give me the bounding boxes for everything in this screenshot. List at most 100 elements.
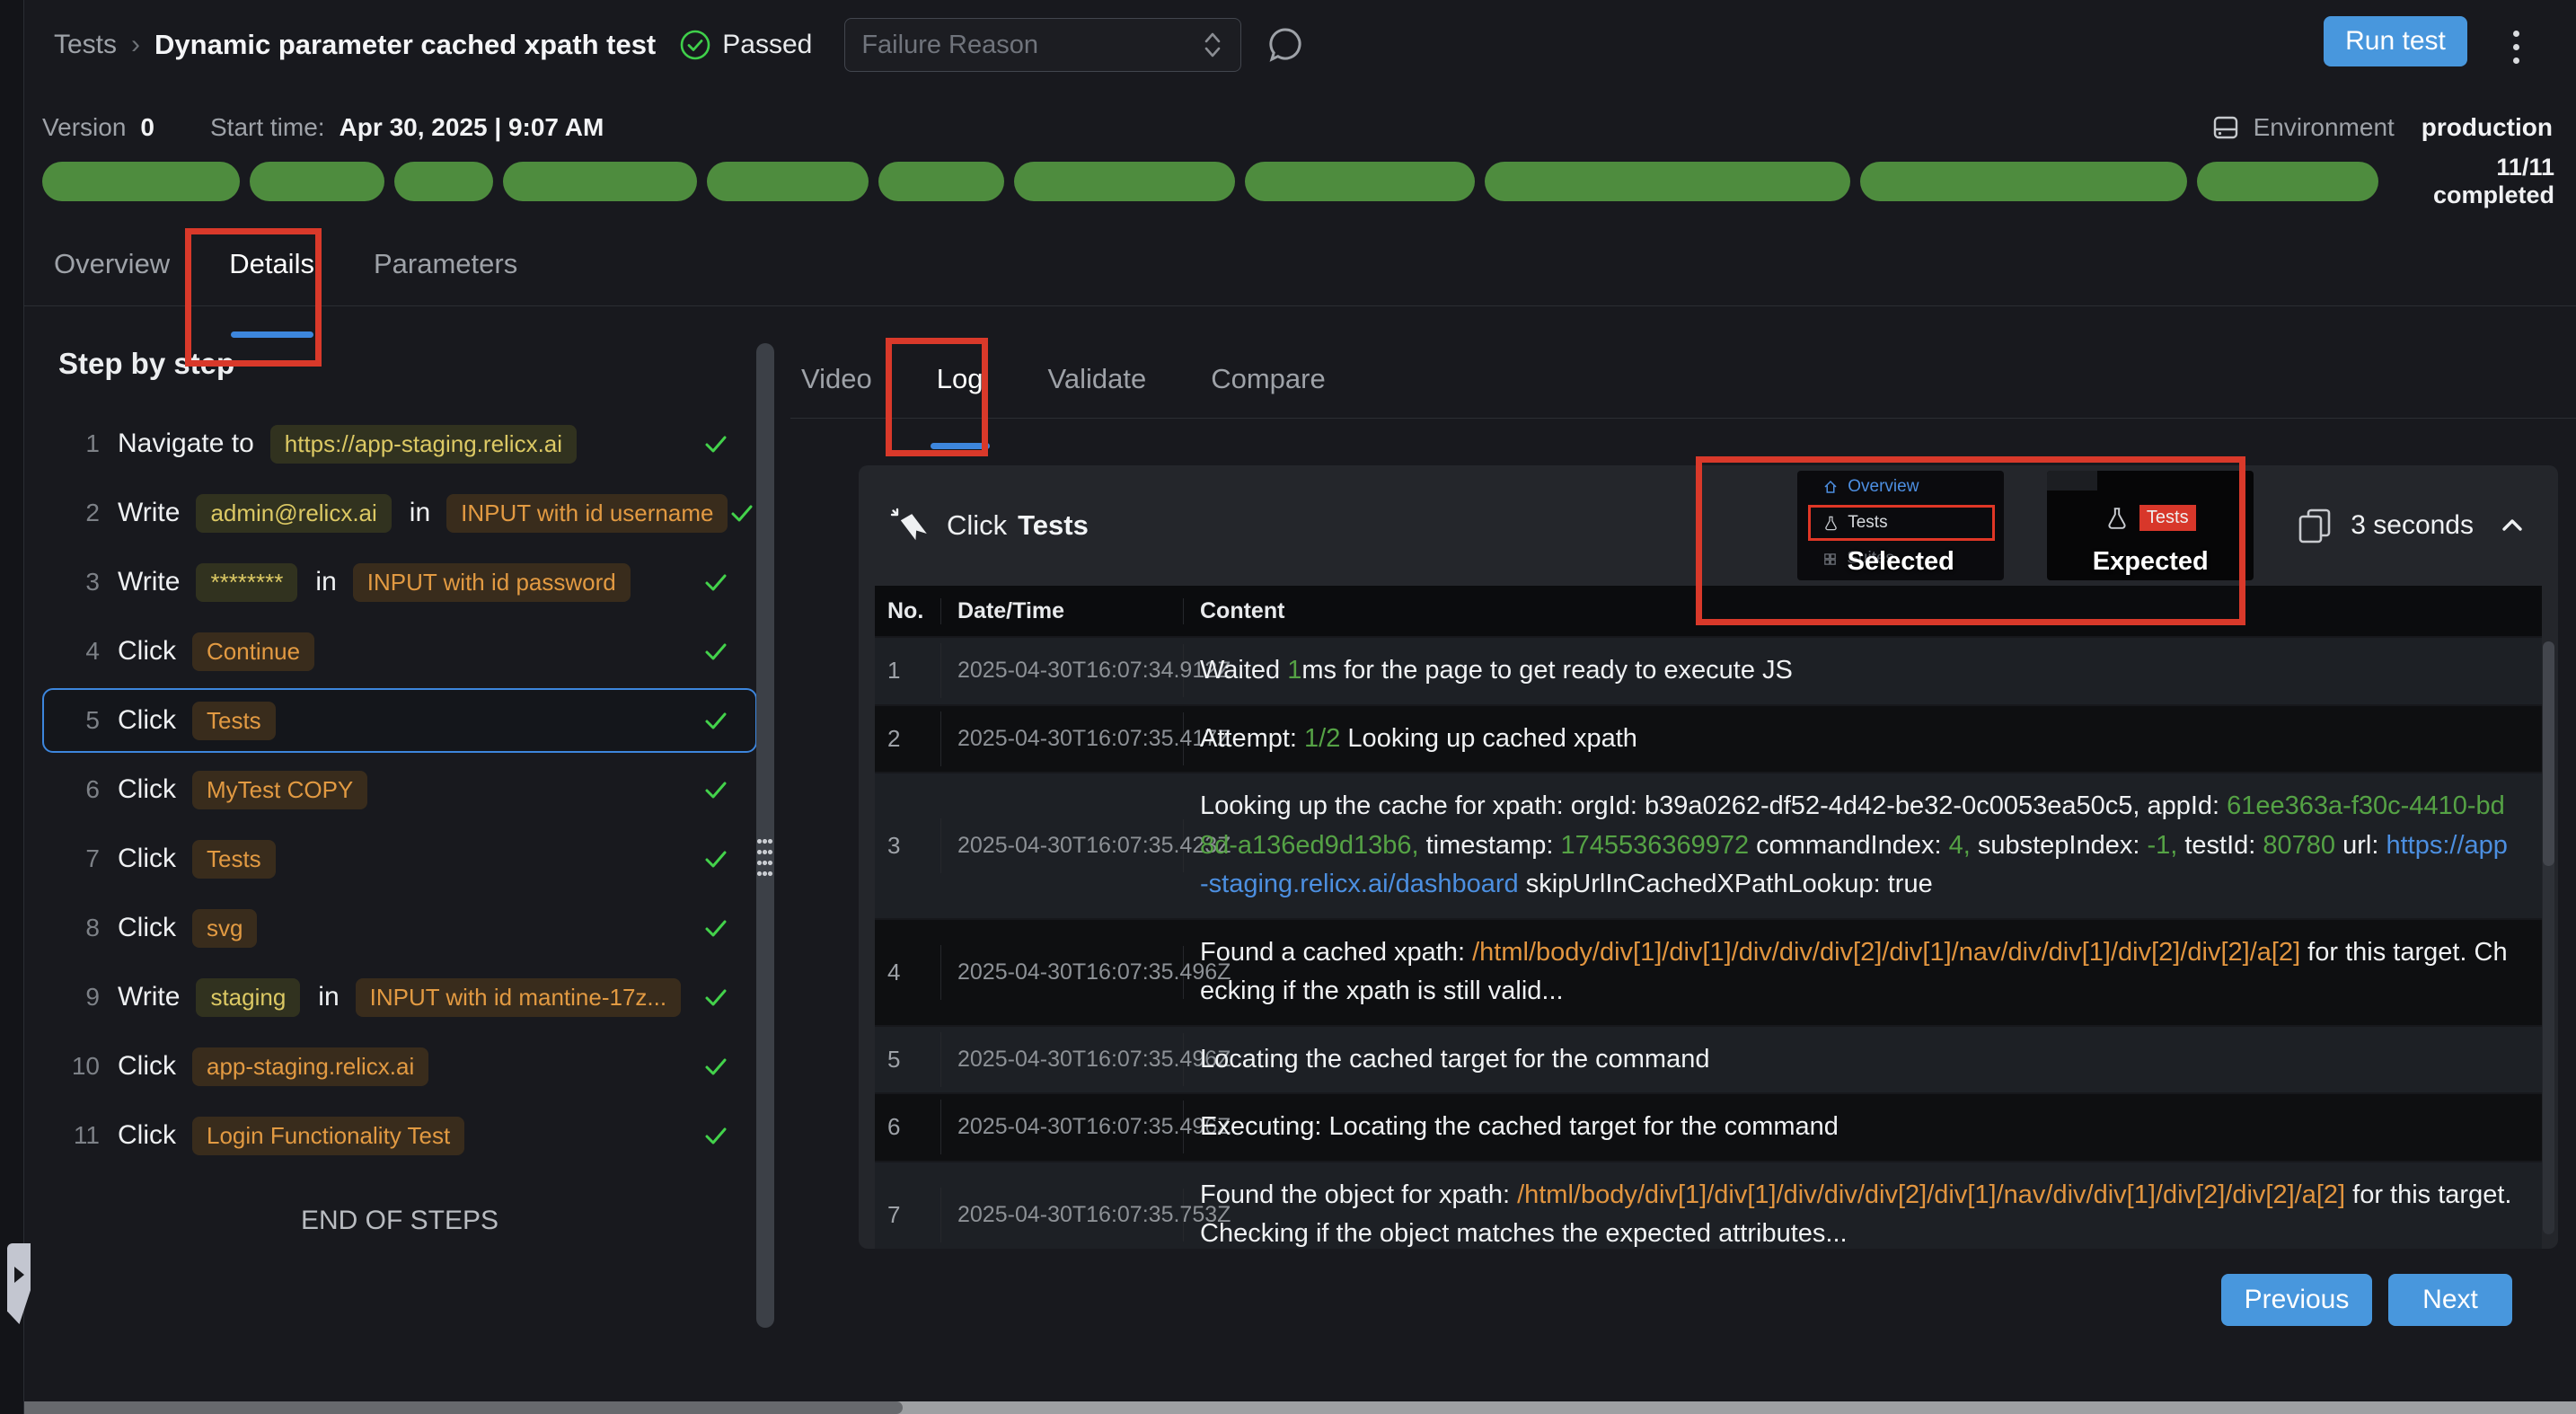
step-row[interactable]: 4 Click Continue bbox=[42, 619, 757, 684]
end-of-steps-label: END OF STEPS bbox=[42, 1206, 757, 1236]
log-table: No. Date/Time Content 12025-04-30T16:07:… bbox=[875, 586, 2542, 1249]
log-row-content: Looking up the cache for xpath: orgId: b… bbox=[1184, 773, 2542, 918]
tab-parameters[interactable]: Parameters bbox=[374, 248, 517, 316]
progress-segment[interactable] bbox=[503, 162, 697, 201]
log-text-segment: Attempt: bbox=[1200, 724, 1304, 753]
log-rows: 12025-04-30T16:07:34.912ZWaited 1ms for … bbox=[875, 638, 2542, 1249]
annotation-box-log-tab bbox=[886, 338, 988, 456]
progress-segment[interactable] bbox=[1014, 162, 1235, 201]
log-text-segment: Found the object for xpath: bbox=[1200, 1180, 1517, 1209]
more-options-kebab-icon[interactable] bbox=[2508, 25, 2525, 69]
step-row[interactable]: 8Clicksvg bbox=[42, 896, 757, 960]
log-row-content: Found a cached xpath: /html/body/div[1]/… bbox=[1184, 920, 2542, 1025]
progress-row: 11/11 completed bbox=[42, 162, 2554, 201]
step-row[interactable]: 3Write********inINPUT with id password bbox=[42, 550, 757, 614]
step-action: in bbox=[410, 498, 430, 528]
steps-scrollbar[interactable] bbox=[756, 343, 774, 1328]
version-value: 0 bbox=[140, 113, 154, 142]
log-row-number: 3 bbox=[875, 818, 941, 873]
status-badge: Passed bbox=[679, 29, 812, 61]
step-row[interactable]: 2Writeadmin@relicx.aiinINPUT with id use… bbox=[42, 481, 757, 545]
log-row-number: 5 bbox=[875, 1032, 941, 1087]
select-chevrons-icon bbox=[1201, 30, 1224, 60]
progress-segment[interactable] bbox=[1860, 162, 2187, 201]
step-number: 4 bbox=[58, 637, 100, 666]
step-passed-check-icon bbox=[701, 775, 730, 804]
expander-arrow-icon bbox=[14, 1267, 24, 1283]
step-by-step-panel: Step by step 1Navigate tohttps://app-sta… bbox=[42, 347, 757, 1236]
step-passed-check-icon bbox=[728, 499, 756, 527]
progress-segment[interactable] bbox=[42, 162, 240, 201]
step-row[interactable]: 10Clickapp-staging.relicx.ai bbox=[42, 1034, 757, 1099]
step-number: 5 bbox=[58, 706, 100, 735]
step-row[interactable]: 5ClickTests bbox=[42, 688, 757, 753]
column-header-datetime: Date/Time bbox=[941, 598, 1184, 624]
step-row[interactable]: 7ClickTests bbox=[42, 826, 757, 891]
step-action: Click bbox=[118, 636, 176, 667]
step-target-badge: Tests bbox=[192, 840, 276, 879]
log-row: 52025-04-30T16:07:35.496ZLocating the ca… bbox=[875, 1027, 2542, 1095]
step-action: Navigate to bbox=[118, 429, 254, 459]
step-number: 11 bbox=[58, 1121, 100, 1150]
log-text-segment: /html/body/div[1]/div[1]/div/div/div[2]/… bbox=[1517, 1180, 2345, 1209]
tab-compare[interactable]: Compare bbox=[1211, 363, 1326, 431]
step-action: Write bbox=[118, 982, 180, 1012]
log-row-timestamp: 2025-04-30T16:07:35.753Z bbox=[941, 1189, 1184, 1242]
panel-resize-grip-icon[interactable] bbox=[757, 839, 773, 880]
log-text-segment: substepIndex: bbox=[1971, 831, 2148, 860]
progress-segment[interactable] bbox=[250, 162, 384, 201]
top-bar: Tests › Dynamic parameter cached xpath t… bbox=[23, 0, 2576, 90]
step-row[interactable]: 1Navigate tohttps://app-staging.relicx.a… bbox=[42, 411, 757, 476]
progress-segment[interactable] bbox=[1485, 162, 1850, 201]
step-row[interactable]: 9WritestaginginINPUT with id mantine-17z… bbox=[42, 965, 757, 1030]
environment: Environment production bbox=[2210, 112, 2553, 143]
progress-segment[interactable] bbox=[2197, 162, 2378, 201]
progress-segment[interactable] bbox=[394, 162, 493, 201]
log-text-segment: 80780 bbox=[2263, 831, 2335, 860]
tab-video[interactable]: Video bbox=[801, 363, 872, 431]
step-number: 7 bbox=[58, 844, 100, 873]
log-row: 62025-04-30T16:07:35.496ZExecuting: Loca… bbox=[875, 1094, 2542, 1162]
breadcrumb[interactable]: Tests bbox=[54, 30, 117, 60]
progress-segment[interactable] bbox=[707, 162, 869, 201]
step-action: Click bbox=[118, 1120, 176, 1151]
step-row[interactable]: 11ClickLogin Functionality Test bbox=[42, 1103, 757, 1168]
log-row-content: Found the object for xpath: /html/body/d… bbox=[1184, 1162, 2542, 1250]
sidebar-expander[interactable] bbox=[7, 1243, 31, 1324]
steps-list: 1Navigate tohttps://app-staging.relicx.a… bbox=[42, 411, 757, 1168]
environment-label: Environment bbox=[2254, 113, 2395, 142]
column-header-no: No. bbox=[875, 598, 941, 624]
log-row-timestamp: 2025-04-30T16:07:35.496Z bbox=[941, 1100, 1184, 1153]
version-label: Version bbox=[42, 113, 126, 142]
progress-segment[interactable] bbox=[878, 162, 1003, 201]
horizontal-scrollbar-thumb[interactable] bbox=[0, 1401, 903, 1414]
tab-overview[interactable]: Overview bbox=[54, 248, 170, 316]
progress-segment[interactable] bbox=[1245, 162, 1476, 201]
passed-check-icon bbox=[679, 29, 711, 61]
next-button[interactable]: Next bbox=[2388, 1274, 2512, 1326]
log-row-timestamp: 2025-04-30T16:07:34.912Z bbox=[941, 644, 1184, 697]
run-test-button[interactable]: Run test bbox=[2324, 16, 2467, 66]
start-time: Start time: Apr 30, 2025 | 9:07 AM bbox=[210, 113, 604, 142]
log-text-segment: /html/body/div[1]/div[1]/div/div/div[2]/… bbox=[1472, 938, 2300, 967]
log-row-content: Waited 1ms for the page to get ready to … bbox=[1184, 638, 2542, 704]
log-row-timestamp: 2025-04-30T16:07:35.423Z bbox=[941, 819, 1184, 872]
chevron-up-icon[interactable] bbox=[2497, 510, 2527, 541]
step-value-badge: admin@relicx.ai bbox=[196, 494, 391, 533]
tab-validate[interactable]: Validate bbox=[1047, 363, 1146, 431]
previous-button[interactable]: Previous bbox=[2221, 1274, 2372, 1326]
failure-reason-select[interactable]: Failure Reason bbox=[844, 18, 1241, 72]
copy-icon[interactable] bbox=[2295, 506, 2334, 545]
step-target-badge: Continue bbox=[192, 632, 314, 671]
log-text-segment: testId: bbox=[2177, 831, 2263, 860]
step-number: 8 bbox=[58, 914, 100, 942]
horizontal-scrollbar[interactable] bbox=[0, 1401, 2576, 1414]
log-scrollbar-thumb[interactable] bbox=[2543, 641, 2554, 866]
step-row[interactable]: 6ClickMyTest COPY bbox=[42, 757, 757, 822]
step-number: 2 bbox=[58, 499, 100, 527]
log-text-segment: timestamp: bbox=[1419, 831, 1561, 860]
log-scrollbar[interactable] bbox=[2543, 641, 2554, 1234]
steps-panel-title: Step by step bbox=[58, 347, 757, 381]
comment-bubble-icon[interactable] bbox=[1265, 24, 1306, 66]
log-text-segment: 4, bbox=[1949, 831, 1971, 860]
